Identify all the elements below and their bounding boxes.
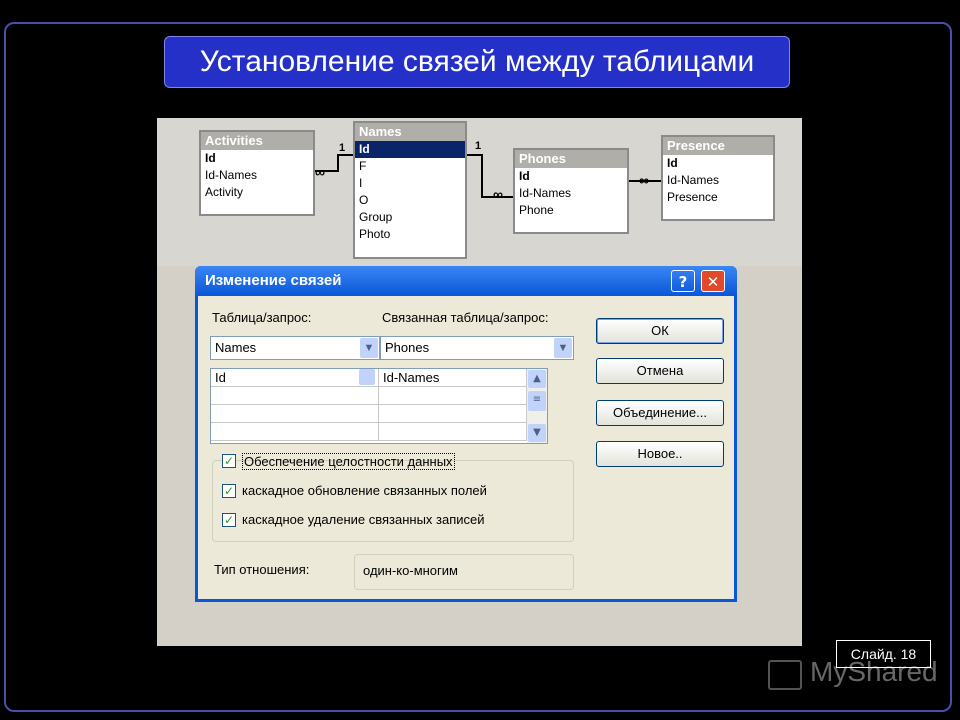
edit-relationships-dialog: Изменение связей ? ✕ Таблица/запрос: Свя… (195, 266, 737, 602)
table-title: Phones (515, 150, 627, 168)
grid-cell[interactable]: Id (211, 369, 379, 387)
chevron-down-icon[interactable]: ▼ (360, 338, 378, 358)
integrity-checkbox[interactable]: ✓ (222, 454, 236, 468)
dialog-title: Изменение связей (195, 266, 737, 296)
field-item[interactable]: Phone (515, 202, 627, 219)
field-item[interactable]: Id (355, 141, 465, 158)
field-item[interactable]: Id-Names (201, 167, 313, 184)
cascade-update-checkbox[interactable]: ✓ (222, 484, 236, 498)
field-item[interactable]: Id (515, 168, 627, 185)
relationship-line (467, 154, 481, 156)
table-phones[interactable]: Phones Id Id-Names Phone (513, 148, 629, 234)
grid-cell[interactable] (211, 387, 379, 405)
one-marker: 1 (475, 140, 482, 152)
relationship-line (337, 154, 353, 156)
field-item[interactable]: Id (663, 155, 773, 172)
many-marker: ∞ (315, 164, 325, 180)
grid-cell[interactable] (211, 405, 379, 423)
close-button[interactable]: ✕ (701, 270, 725, 292)
table-names[interactable]: Names Id F I O Group Photo (353, 121, 467, 259)
table-title: Presence (663, 137, 773, 155)
field-mapping-grid: Id Id-Names ▲ ≡ ▼ (210, 368, 548, 444)
chevron-down-icon[interactable] (359, 369, 375, 385)
field-item[interactable]: F (355, 158, 465, 175)
watermark-icon (768, 660, 802, 690)
relationships-window: Activities Id Id-Names Activity Names Id… (157, 118, 802, 266)
cascade-delete-label[interactable]: каскадное удаление связанных записей (242, 512, 485, 527)
field-item[interactable]: Id (201, 150, 313, 167)
field-item[interactable]: O (355, 192, 465, 209)
chevron-down-icon[interactable]: ▼ (528, 424, 546, 442)
relation-type-label: Тип отношения: (214, 562, 310, 577)
cascade-update-label[interactable]: каскадное обновление связанных полей (242, 483, 487, 498)
create-new-button[interactable]: Новое.. (596, 441, 724, 467)
grid-cell[interactable] (379, 405, 527, 423)
table-select[interactable]: Names ▼ (210, 336, 380, 360)
access-screenshot: Activities Id Id-Names Activity Names Id… (157, 118, 802, 646)
table-activities[interactable]: Activities Id Id-Names Activity (199, 130, 315, 216)
field-item[interactable]: Id-Names (515, 185, 627, 202)
help-button[interactable]: ? (671, 270, 695, 292)
cancel-button[interactable]: Отмена (596, 358, 724, 384)
relation-type-box: один-ко-многим (354, 554, 574, 590)
dialog-body: Таблица/запрос: Связанная таблица/запрос… (198, 296, 734, 599)
chevron-down-icon[interactable]: ▼ (554, 338, 572, 358)
join-type-button[interactable]: Объединение... (596, 400, 724, 426)
field-item[interactable]: Group (355, 209, 465, 226)
grid-cell[interactable] (379, 423, 527, 441)
field-item[interactable]: I (355, 175, 465, 192)
slide-title: Установление связей между таблицами (164, 36, 790, 88)
many-marker: ∞ (639, 172, 649, 188)
relation-type-value: один-ко-многим (363, 563, 458, 578)
table-title: Activities (201, 132, 313, 150)
relationship-line (337, 154, 339, 172)
relationship-line (481, 154, 483, 198)
many-marker: ∞ (493, 186, 503, 202)
field-item[interactable]: Id-Names (663, 172, 773, 189)
related-table-select-value: Phones (385, 340, 430, 355)
table-title: Names (355, 123, 465, 141)
chevron-up-icon[interactable]: ▲ (528, 370, 546, 388)
related-table-select[interactable]: Phones ▼ (380, 336, 574, 360)
field-item[interactable]: Presence (663, 189, 773, 206)
table-select-value: Names (215, 340, 257, 355)
one-marker: 1 (339, 142, 346, 154)
cascade-delete-checkbox[interactable]: ✓ (222, 513, 236, 527)
field-item[interactable]: Activity (201, 184, 313, 201)
slide-number: Слайд. 18 (836, 640, 931, 668)
field-item[interactable]: Photo (355, 226, 465, 243)
related-table-label: Связанная таблица/запрос: (382, 310, 549, 325)
table-query-label: Таблица/запрос: (212, 310, 312, 325)
grid-cell[interactable]: Id-Names (379, 369, 527, 387)
scroll-thumb[interactable]: ≡ (528, 391, 546, 411)
integrity-options-group (212, 460, 574, 542)
vertical-scrollbar[interactable]: ▲ ≡ ▼ (527, 369, 547, 443)
table-presence[interactable]: Presence Id Id-Names Presence (661, 135, 775, 221)
grid-cell[interactable] (211, 423, 379, 441)
grid-cell[interactable] (379, 387, 527, 405)
integrity-label[interactable]: Обеспечение целостности данных (242, 453, 455, 470)
ok-button[interactable]: ОК (596, 318, 724, 344)
